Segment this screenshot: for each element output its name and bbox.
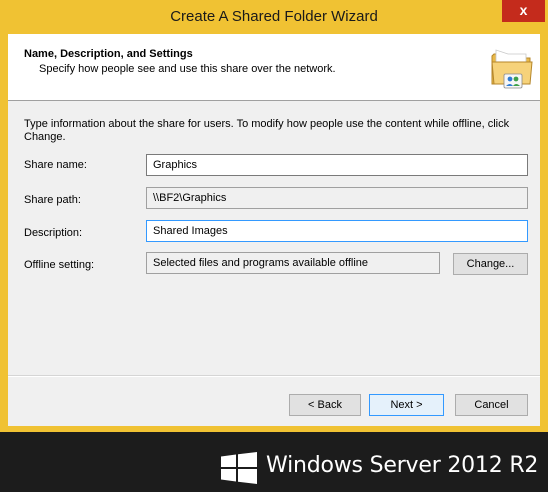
page-title: Name, Description, and Settings [24, 48, 193, 60]
offline-setting-field[interactable]: Selected files and programs available of… [146, 252, 440, 274]
windows-logo-icon [221, 452, 257, 484]
share-path-field[interactable]: \\BF2\Graphics [146, 187, 528, 209]
share-path-label: Share path: [24, 194, 81, 206]
share-name-label: Share name: [24, 159, 87, 171]
share-name-field[interactable]: Graphics [146, 154, 528, 176]
wizard-header: Name, Description, and Settings Specify … [8, 34, 540, 101]
next-button[interactable]: Next > [369, 394, 444, 416]
offline-setting-label: Offline setting: [24, 259, 95, 271]
title-bar[interactable]: Create A Shared Folder Wizard x [0, 0, 548, 34]
description-label: Description: [24, 227, 83, 239]
change-button[interactable]: Change... [453, 253, 528, 275]
separator [8, 375, 540, 377]
cancel-button[interactable]: Cancel [455, 394, 528, 416]
close-icon: x [519, 2, 528, 18]
wizard-client-area: Name, Description, and Settings Specify … [8, 34, 540, 426]
intro-text: Type information about the share for use… [24, 118, 510, 143]
window-title: Create A Shared Folder Wizard [170, 8, 378, 25]
description-field[interactable]: Shared Images [146, 220, 528, 242]
brand-text: Windows Server 2012 R2 [266, 453, 539, 478]
close-button[interactable]: x [502, 0, 545, 22]
wizard-window: Create A Shared Folder Wizard x Name, De… [0, 0, 548, 432]
page-subtitle: Specify how people see and use this shar… [39, 63, 336, 75]
back-button[interactable]: < Back [289, 394, 361, 416]
shared-folder-icon [491, 49, 533, 89]
